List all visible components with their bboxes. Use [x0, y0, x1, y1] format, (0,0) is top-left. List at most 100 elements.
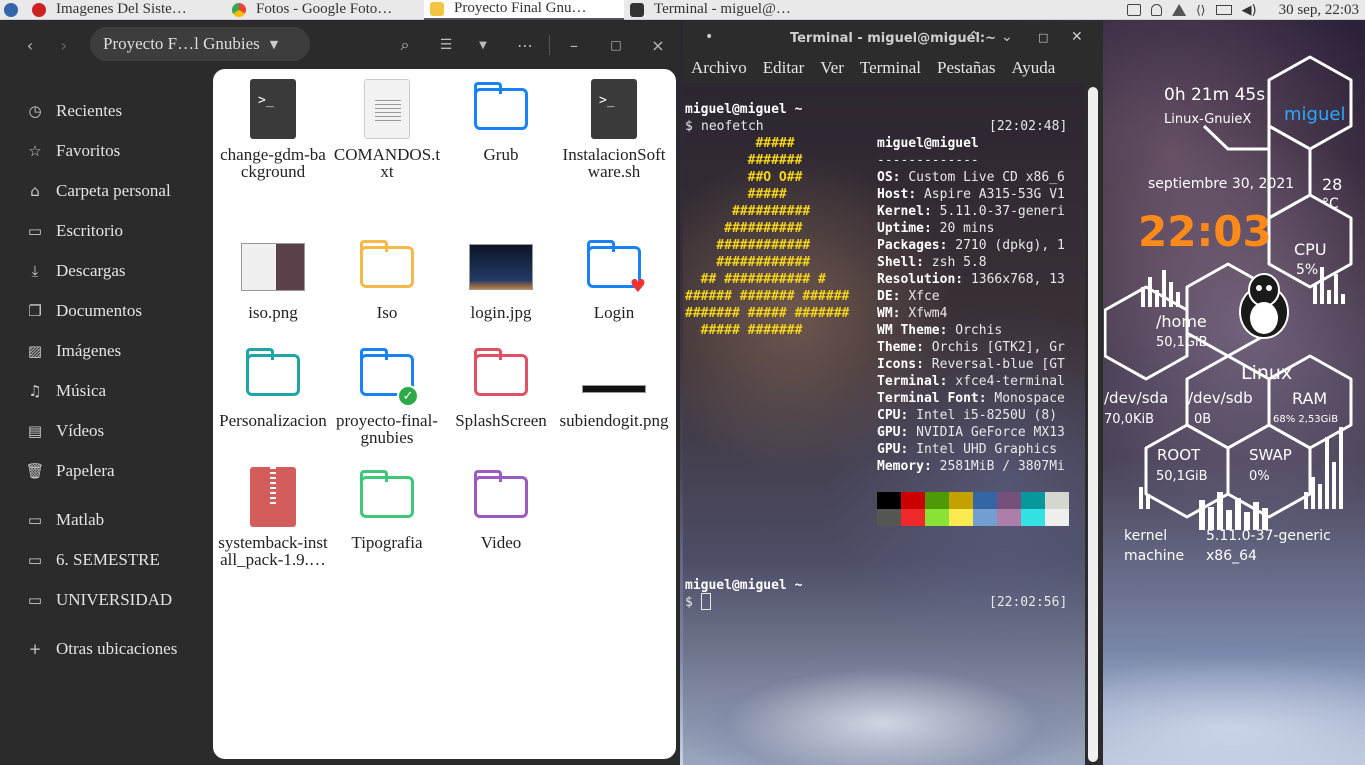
sidebar-item-6-semestre[interactable]: ▭ 6. SEMESTRE — [0, 540, 210, 580]
network-icon[interactable]: ⟨⟩ — [1196, 3, 1205, 17]
file-item[interactable]: Iso — [332, 235, 442, 321]
terminal-output[interactable]: miguel@miguel ~ $ neofetch [22:02:48] #####… — [683, 83, 1085, 765]
back-button[interactable]: ‹ — [18, 33, 42, 57]
task-file-manager[interactable]: Proyecto Final Gnu… — [424, 0, 624, 20]
view-options-button[interactable]: ▼ — [471, 33, 495, 57]
task-images[interactable]: Imagenes Del Siste… — [26, 0, 226, 20]
terminal-menu-item[interactable]: Pestañas — [937, 58, 996, 78]
terminal-menu-item[interactable]: Archivo — [691, 58, 747, 78]
terminal-menu-item[interactable]: Ver — [820, 58, 844, 78]
battery-icon[interactable] — [1215, 5, 1232, 15]
minimize-button[interactable]: – — [562, 33, 586, 57]
close-button[interactable]: ✕ — [1071, 29, 1083, 45]
sidebar-item-carpeta-personal[interactable]: ⌂ Carpeta personal — [0, 171, 210, 211]
sidebar-item-otras-ubicaciones[interactable]: + Otras ubicaciones — [0, 629, 210, 669]
sidebar-item-favoritos[interactable]: ☆ Favoritos — [0, 131, 210, 171]
conky-machine-label: machine — [1124, 548, 1185, 564]
menu-button[interactable]: ⋯ — [513, 33, 537, 57]
terminal-titlebar[interactable]: • Terminal - miguel@miguel:~ ⌃ ⌄ □ ✕ — [683, 21, 1103, 55]
window-menu-icon[interactable]: • — [705, 29, 713, 45]
chat-icon[interactable] — [1127, 4, 1142, 16]
menu-button[interactable] — [0, 0, 26, 20]
sidebar-item-recientes[interactable]: ◷ Recientes — [0, 91, 210, 131]
folder-icon — [241, 343, 305, 407]
file-item[interactable]: Video — [446, 465, 556, 551]
notification-bell-icon[interactable] — [1151, 4, 1163, 16]
file-item[interactable]: subiendogit.png — [559, 343, 669, 429]
color-swatch — [901, 492, 925, 509]
volume-icon[interactable]: ◀) — [1242, 3, 1257, 18]
chevron-left-icon: ‹ — [26, 35, 34, 55]
terminal-menu-item[interactable]: Editar — [763, 58, 805, 78]
system-tray: ⟨⟩ ◀) 30 sep, 22:03 — [1127, 0, 1365, 20]
forward-button[interactable]: › — [52, 33, 76, 57]
task-terminal[interactable]: Terminal - miguel@… — [624, 0, 834, 20]
tux-icon — [1239, 273, 1289, 339]
conky-kernel-value: 5.11.0-37-generic — [1206, 528, 1331, 544]
info-key: Resolution — [877, 272, 956, 287]
info-key: Kernel — [877, 204, 924, 219]
sidebar-item-matlab[interactable]: ▭ Matlab — [0, 500, 210, 540]
info-colon: : — [916, 357, 932, 372]
path-bar[interactable]: Proyecto F…l Gnubies ▼ — [90, 27, 310, 61]
neofetch-logo-line: ##### — [685, 136, 795, 151]
neofetch-logo-line: ############ — [685, 238, 811, 253]
sidebar-item-escritorio[interactable]: ▭ Escritorio — [0, 211, 210, 251]
sidebar-item-imágenes[interactable]: ▨ Imágenes — [0, 331, 210, 371]
sidebar-item-universidad[interactable]: ▭ UNIVERSIDAD — [0, 580, 210, 620]
file-item[interactable]: COMANDOS.txt — [332, 77, 442, 180]
info-key: DE — [877, 289, 893, 304]
trash-icon: 🗑 — [25, 462, 45, 480]
color-swatch — [1021, 492, 1045, 509]
sidebar-item-música[interactable]: ♫ Música — [0, 371, 210, 411]
neofetch-logo-line: ##### — [685, 187, 787, 202]
sidebar-item-documentos[interactable]: ❐ Documentos — [0, 291, 210, 331]
color-swatch — [973, 492, 997, 509]
neofetch-info-row: Terminal: xfce4-terminal — [877, 373, 1065, 390]
conky-machine-value: x86_64 — [1206, 548, 1257, 564]
file-item[interactable]: >_ InstalacionSoftware.sh — [559, 77, 669, 180]
file-item[interactable]: ♥ Login — [559, 235, 669, 321]
maximize-button[interactable]: □ — [1038, 31, 1048, 44]
list-view-button[interactable]: ☰ — [434, 33, 458, 57]
document-icon: ❐ — [28, 302, 42, 320]
file-item[interactable]: systemback-install_pack-1.9.… — [218, 465, 328, 568]
info-key: Terminal Font — [877, 391, 979, 406]
terminal-menu-item[interactable]: Ayuda — [1012, 58, 1056, 78]
close-button[interactable]: × — [646, 33, 670, 57]
script-file-icon: >_ — [582, 77, 646, 141]
search-button[interactable]: ⌕ — [393, 33, 417, 57]
file-name: SplashScreen — [455, 411, 547, 430]
sidebar-item-vídeos[interactable]: ▤ Vídeos — [0, 411, 210, 451]
desktop-icon: ▭ — [27, 222, 43, 240]
terminal-menu-item[interactable]: Terminal — [860, 58, 921, 78]
check-emblem-icon: ✓ — [397, 385, 419, 407]
sidebar-item-descargas[interactable]: ⤓ Descargas — [0, 251, 210, 291]
neofetch-separator: ------------- — [877, 153, 979, 168]
shade-button[interactable]: ⌃ — [968, 29, 980, 45]
file-item[interactable]: login.jpg — [446, 235, 556, 321]
chevron-right-icon: › — [60, 35, 68, 55]
file-name: Personalizacion — [219, 411, 327, 430]
panel-clock[interactable]: 30 sep, 22:03 — [1279, 2, 1359, 19]
file-item[interactable]: ✓ proyecto-final-gnubies — [332, 343, 442, 446]
color-swatch — [997, 492, 1021, 509]
maximize-button[interactable]: □ — [604, 33, 628, 57]
terminal-scrollbar[interactable] — [1088, 87, 1098, 762]
file-item[interactable]: Tipografia — [332, 465, 442, 551]
color-swatch — [949, 509, 973, 526]
folder-icon — [430, 1, 444, 16]
file-item[interactable]: Personalizacion — [218, 343, 328, 429]
info-value: Custom Live CD x86_6 — [908, 170, 1065, 185]
file-item[interactable]: Grub — [446, 77, 556, 163]
color-swatch — [1045, 492, 1069, 509]
task-google-photos[interactable]: Fotos - Google Foto… — [226, 0, 424, 20]
file-item[interactable]: iso.png — [218, 235, 328, 321]
sidebar-item-papelera[interactable]: 🗑 Papelera — [0, 451, 210, 491]
file-item[interactable]: >_ change-gdm-background — [218, 77, 328, 180]
info-key: Icons — [877, 357, 917, 372]
flame-icon[interactable] — [1172, 4, 1187, 16]
music-icon: ♫ — [28, 382, 42, 400]
minimize-button[interactable]: ⌄ — [1001, 29, 1013, 45]
file-item[interactable]: SplashScreen — [446, 343, 556, 429]
